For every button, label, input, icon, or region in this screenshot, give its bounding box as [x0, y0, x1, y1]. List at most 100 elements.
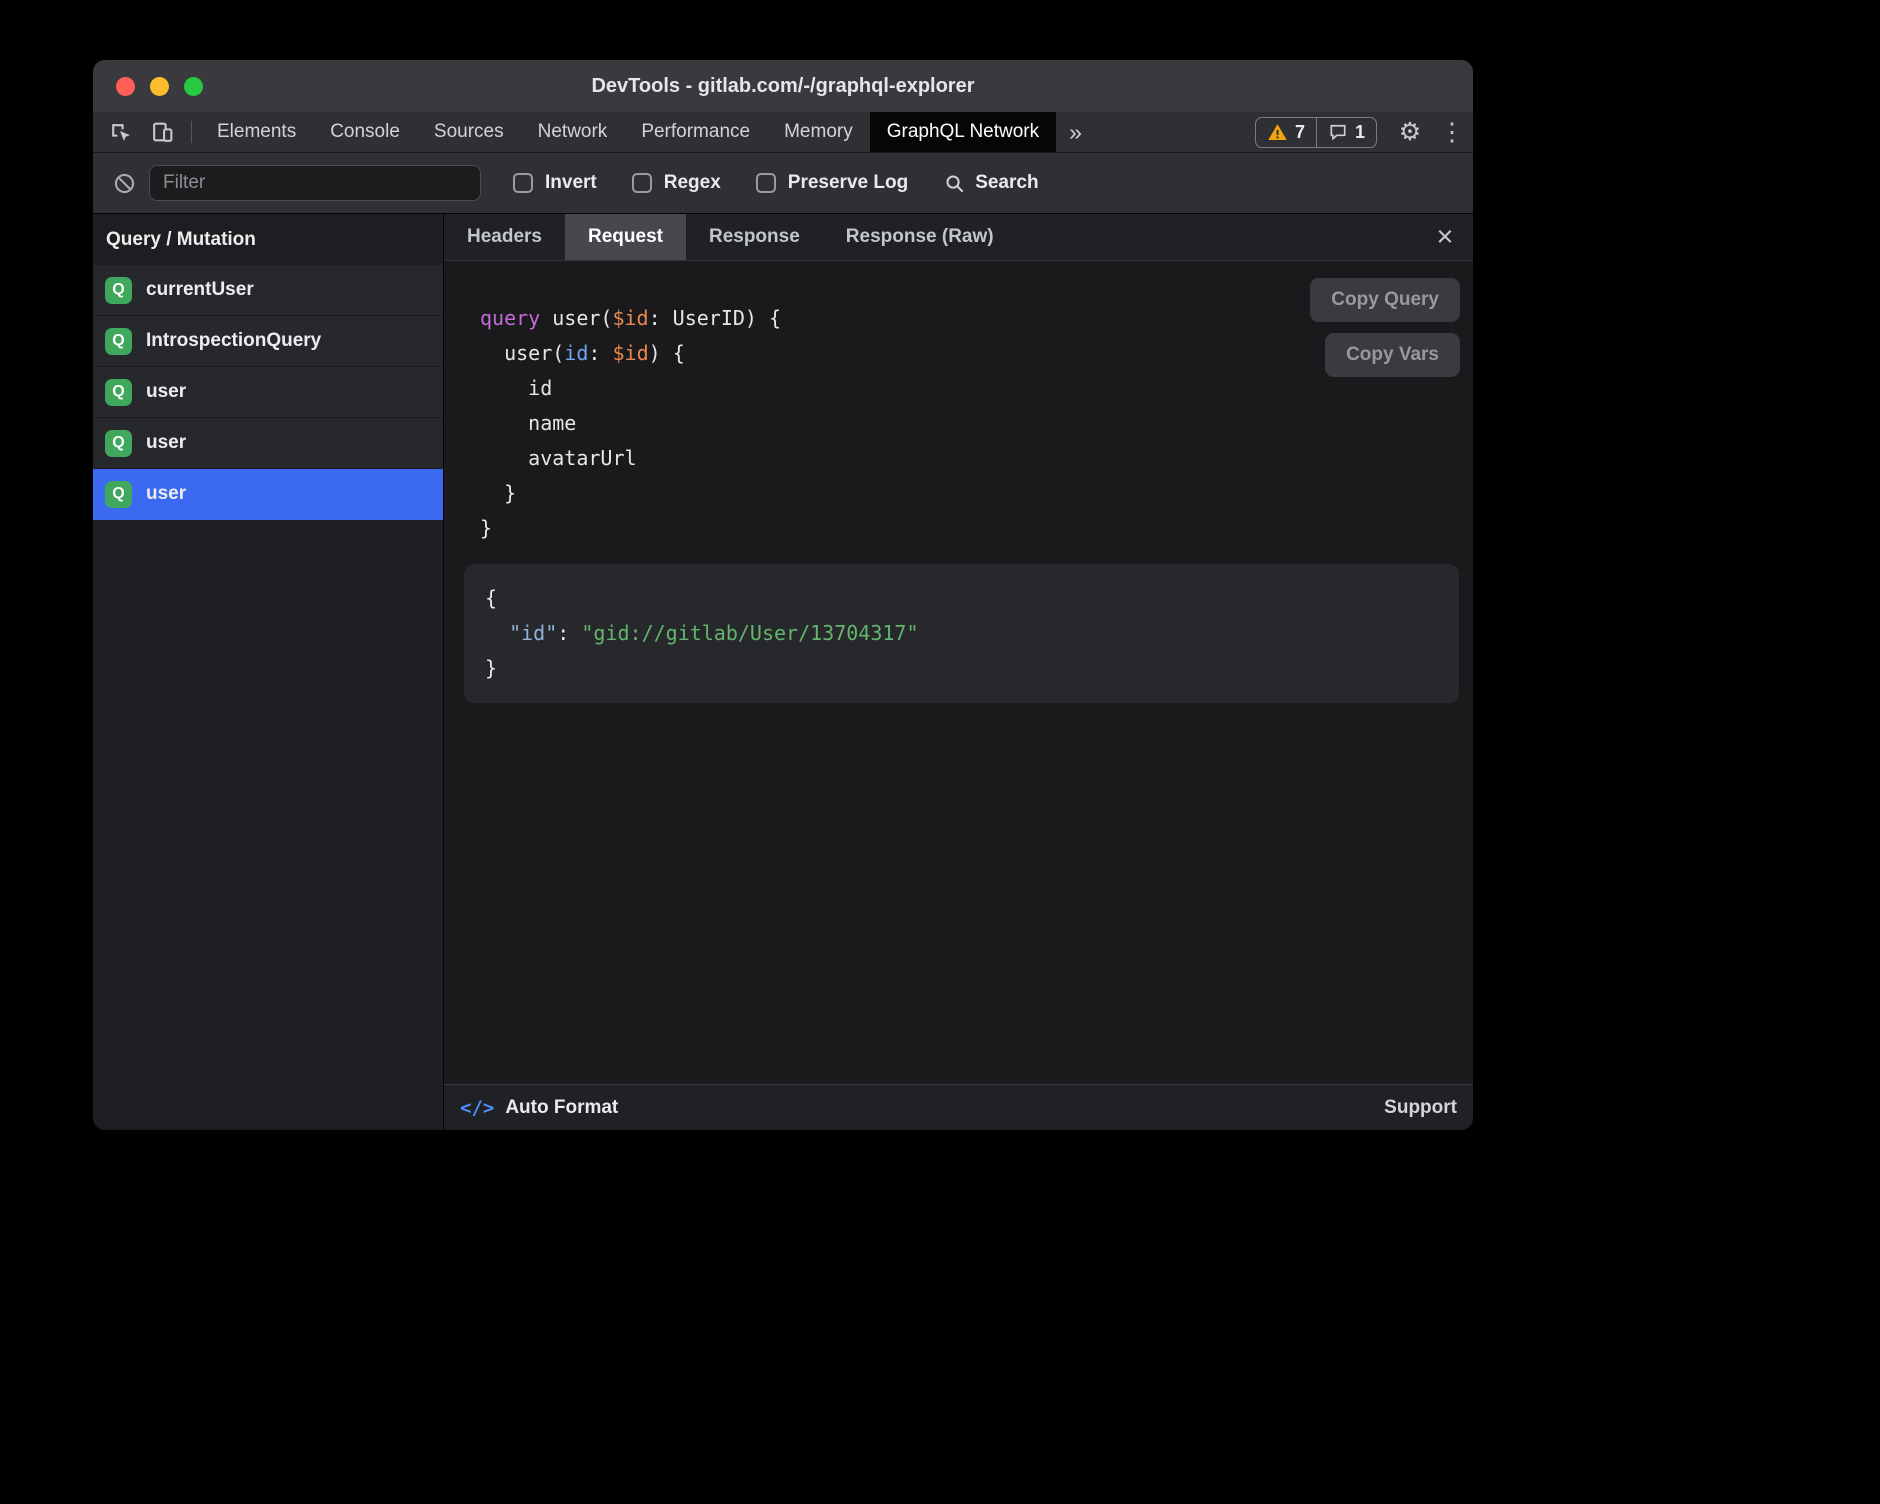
tab-network[interactable]: Network [521, 112, 625, 152]
settings-gear-icon[interactable]: ⚙ [1389, 112, 1431, 152]
kebab-menu-icon[interactable]: ⋮ [1431, 112, 1473, 152]
query-name: currentUser [146, 279, 254, 301]
window-title: DevTools - gitlab.com/-/graphql-explorer [93, 75, 1473, 98]
block-glyph [112, 171, 137, 196]
search-button[interactable]: Search [943, 172, 1038, 195]
inspect-element-icon[interactable] [99, 112, 141, 152]
filter-checkboxes: Invert Regex Preserve Log [513, 172, 908, 194]
code-token: } [480, 516, 492, 540]
checkbox-label-preserve-log: Preserve Log [788, 172, 908, 194]
code-token: ) { [649, 341, 685, 365]
copy-query-button[interactable]: Copy Query [1310, 278, 1460, 322]
tab-memory[interactable]: Memory [767, 112, 870, 152]
query-list-item-2[interactable]: Quser [93, 367, 443, 418]
detail-tab-request[interactable]: Request [565, 214, 686, 260]
devtools-tabbar: ElementsConsoleSourcesNetworkPerformance… [93, 112, 1473, 153]
code-token: name [480, 411, 576, 435]
code-token: id [480, 376, 552, 400]
devtools-window: DevTools - gitlab.com/-/graphql-explorer… [93, 60, 1473, 1130]
clear-block-icon[interactable] [103, 171, 145, 196]
detail-tab-response[interactable]: Response [686, 214, 823, 260]
query-list-item-0[interactable]: QcurrentUser [93, 265, 443, 316]
code-token: id [564, 341, 588, 365]
query-list-item-4[interactable]: Quser [93, 469, 443, 520]
minimize-window-button[interactable] [150, 77, 169, 96]
code-line: avatarUrl [480, 441, 1473, 476]
tab-console[interactable]: Console [313, 112, 417, 152]
close-window-button[interactable] [116, 77, 135, 96]
query-name: user [146, 432, 186, 454]
filter-input[interactable] [149, 165, 481, 201]
detail-panel: HeadersRequestResponseResponse (Raw) × C… [444, 214, 1473, 1130]
code-token: : [588, 341, 612, 365]
support-link[interactable]: Support [1384, 1097, 1457, 1119]
device-toolbar-glyph [150, 120, 175, 145]
warning-count: 7 [1295, 122, 1305, 143]
checkbox-box-invert[interactable] [513, 173, 533, 193]
zoom-window-button[interactable] [184, 77, 203, 96]
titlebar: DevTools - gitlab.com/-/graphql-explorer [93, 60, 1473, 112]
sidebar-header: Query / Mutation [93, 214, 443, 265]
checkbox-preserve-log[interactable]: Preserve Log [756, 172, 908, 194]
query-type-badge: Q [105, 430, 132, 457]
query-name: IntrospectionQuery [146, 330, 321, 352]
code-token [485, 621, 509, 645]
code-token: : [557, 621, 581, 645]
detail-tab-response-raw[interactable]: Response (Raw) [823, 214, 1017, 260]
code-token: $id [612, 341, 648, 365]
request-content: Copy Query Copy Vars query user($id: Use… [444, 261, 1473, 1084]
checkbox-label-invert: Invert [545, 172, 597, 194]
code-line: } [485, 651, 1438, 686]
code-token: avatarUrl [480, 446, 637, 470]
checkbox-regex[interactable]: Regex [632, 172, 721, 194]
code-token: user( [540, 306, 612, 330]
code-token: } [480, 481, 516, 505]
copy-vars-button[interactable]: Copy Vars [1325, 333, 1460, 377]
code-token: } [485, 656, 497, 680]
issue-count: 1 [1355, 122, 1365, 143]
code-token: $id [612, 306, 648, 330]
kebab-glyph: ⋮ [1440, 120, 1465, 145]
query-list: QcurrentUserQIntrospectionQueryQuserQuse… [93, 265, 443, 520]
code-line: } [480, 511, 1473, 546]
checkbox-box-regex[interactable] [632, 173, 652, 193]
code-line: user(id: $id) { [480, 336, 1473, 371]
checkbox-label-regex: Regex [664, 172, 721, 194]
warnings-badge[interactable]: 7 [1256, 118, 1316, 147]
detail-tabbar: HeadersRequestResponseResponse (Raw) × [444, 214, 1473, 261]
tab-sources[interactable]: Sources [417, 112, 521, 152]
detail-tabs: HeadersRequestResponseResponse (Raw) [444, 214, 1417, 260]
device-toolbar-icon[interactable] [141, 112, 183, 152]
issues-badge[interactable]: 1 [1316, 118, 1376, 147]
traffic-lights [116, 77, 203, 96]
code-token: : UserID) { [649, 306, 781, 330]
query-type-badge: Q [105, 277, 132, 304]
toolbar-divider [191, 121, 192, 143]
query-sidebar: Query / Mutation QcurrentUserQIntrospect… [93, 214, 444, 1130]
query-name: user [146, 381, 186, 403]
code-line: name [480, 406, 1473, 441]
code-token: query [480, 306, 540, 330]
query-type-badge: Q [105, 328, 132, 355]
message-bubble-icon [1328, 122, 1348, 142]
query-type-badge: Q [105, 379, 132, 406]
checkbox-box-preserve-log[interactable] [756, 173, 776, 193]
query-variables-box: { "id": "gid://gitlab/User/13704317"} [464, 564, 1459, 703]
main-area: Query / Mutation QcurrentUserQIntrospect… [93, 214, 1473, 1130]
query-list-item-1[interactable]: Q IntrospectionQuery [93, 316, 443, 367]
checkbox-invert[interactable]: Invert [513, 172, 597, 194]
query-list-item-3[interactable]: Quser [93, 418, 443, 469]
auto-format-button[interactable]: Auto Format [505, 1097, 618, 1119]
more-tabs-chevron[interactable]: » [1056, 112, 1095, 152]
detail-tab-headers[interactable]: Headers [444, 214, 565, 260]
status-badges: 7 1 [1255, 117, 1377, 148]
panel-footer: </> Auto Format Support [444, 1084, 1473, 1130]
tab-elements[interactable]: Elements [200, 112, 313, 152]
search-icon [943, 172, 966, 195]
tab-performance[interactable]: Performance [624, 112, 767, 152]
code-token: "gid://gitlab/User/13704317" [581, 621, 918, 645]
tab-graphql-network[interactable]: GraphQL Network [870, 112, 1056, 152]
close-panel-icon[interactable]: × [1417, 214, 1473, 260]
auto-format-icon: </> [460, 1097, 494, 1119]
query-type-badge: Q [105, 481, 132, 508]
